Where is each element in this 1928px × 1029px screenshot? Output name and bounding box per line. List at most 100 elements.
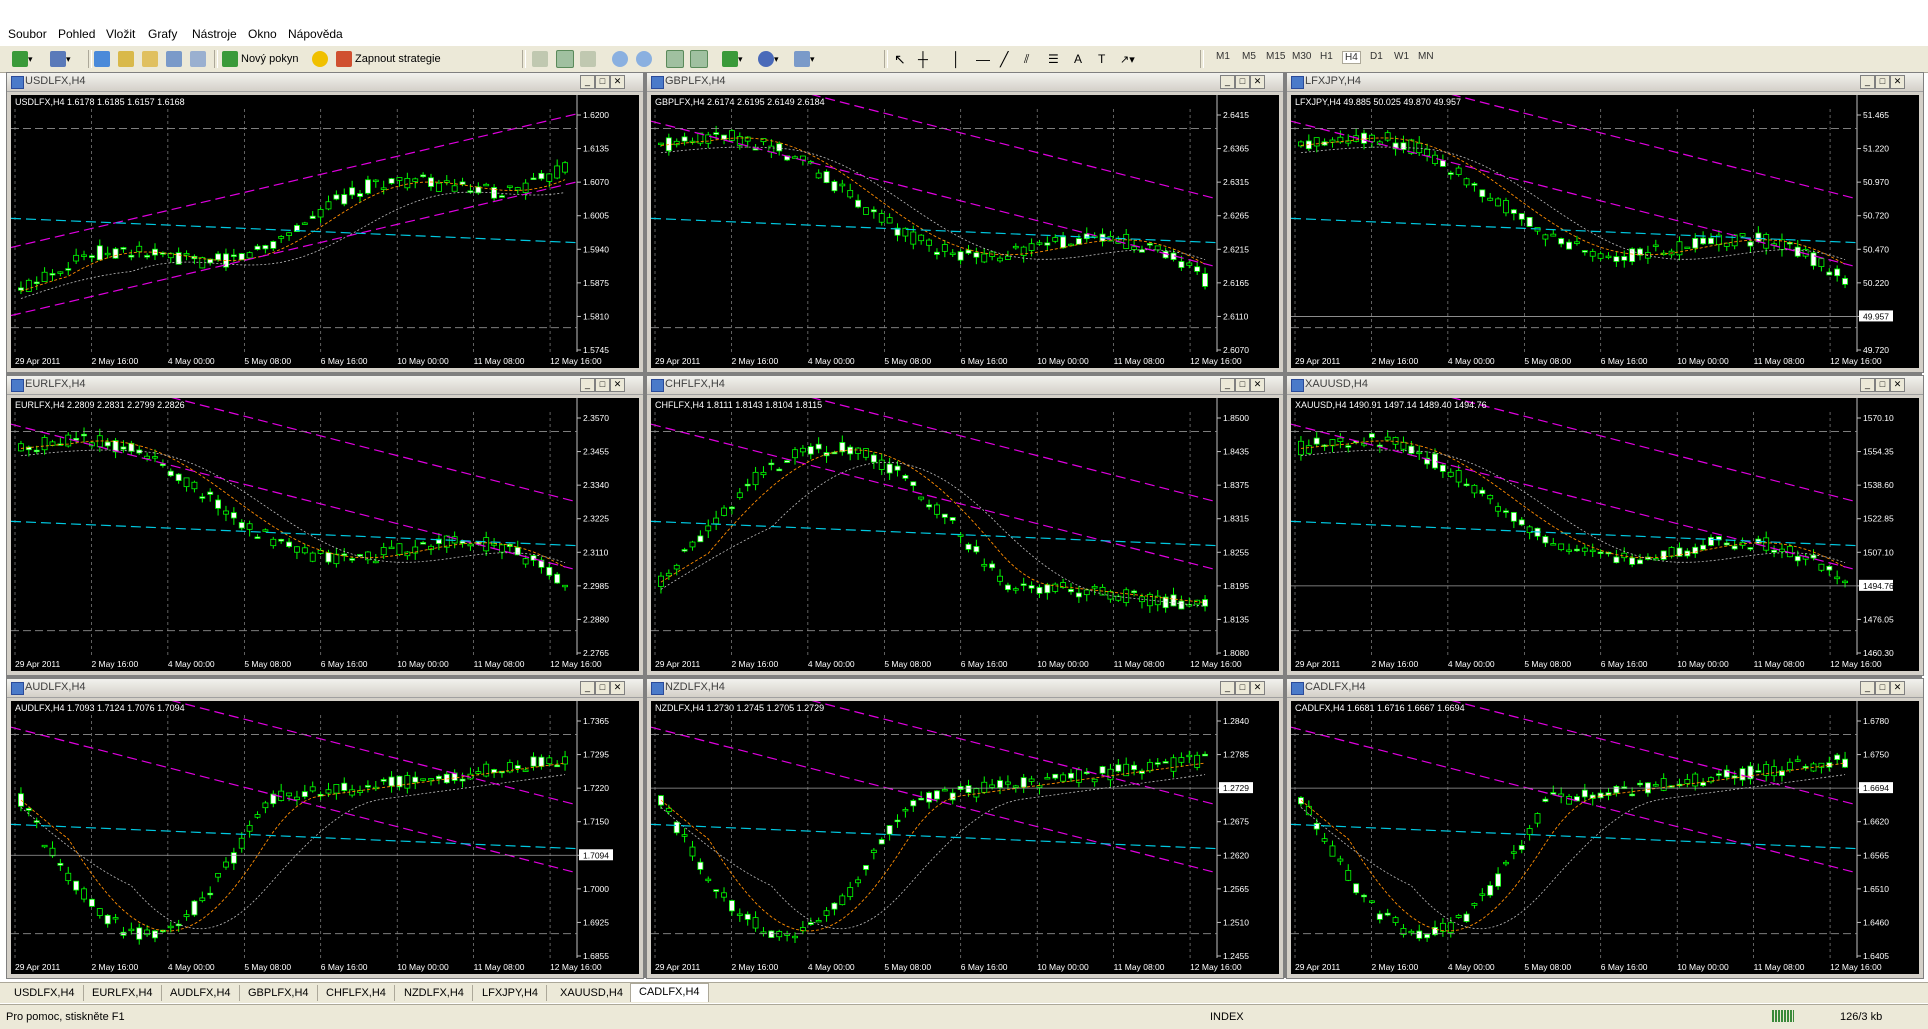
menu-soubor[interactable]: Soubor	[8, 27, 47, 41]
new-chart-button[interactable]: ▾	[12, 50, 33, 68]
minimize-button[interactable]: _	[1860, 75, 1875, 89]
timeframe-d1[interactable]: D1	[1370, 51, 1383, 62]
maximize-button[interactable]: □	[1875, 378, 1890, 392]
price-chart[interactable]: CADLFX,H4 1.6681 1.6716 1.6667 1.6694 1.6…	[1291, 701, 1919, 974]
chart-window[interactable]: CADLFX,H4 _ □ ✕ CADLFX,H4 1.6681 1.6716 1.66…	[1286, 678, 1924, 979]
close-button[interactable]: ✕	[1250, 681, 1265, 695]
templates-button[interactable]: ▾	[794, 50, 815, 68]
minimize-button[interactable]: _	[1220, 75, 1235, 89]
timeframe-m5[interactable]: M5	[1242, 51, 1256, 62]
price-chart[interactable]: XAUUSD,H4 1490.91 1497.14 1489.40 1494.7…	[1291, 398, 1919, 671]
chart-tab[interactable]: GBPLFX,H4	[240, 985, 318, 1001]
price-chart[interactable]: GBPLFX,H4 2.6174 2.6195 2.6149 2.6184 2.6…	[651, 95, 1279, 368]
line-chart-button[interactable]	[580, 50, 596, 68]
maximize-button[interactable]: □	[1235, 378, 1250, 392]
close-button[interactable]: ✕	[1250, 75, 1265, 89]
maximize-button[interactable]: □	[1235, 75, 1250, 89]
maximize-button[interactable]: □	[1875, 75, 1890, 89]
close-button[interactable]: ✕	[1890, 378, 1905, 392]
menu-grafy[interactable]: Grafy	[148, 27, 177, 41]
chart-window-titlebar[interactable]: CHFLFX,H4 _ □ ✕	[647, 376, 1283, 395]
navigator-button[interactable]	[118, 50, 134, 68]
chart-window-titlebar[interactable]: EURLFX,H4 _ □ ✕	[7, 376, 643, 395]
chart-window-titlebar[interactable]: LFXJPY,H4 _ □ ✕	[1287, 73, 1923, 92]
profiles-button[interactable]: ▾	[50, 50, 71, 68]
minimize-button[interactable]: _	[1860, 378, 1875, 392]
terminal-button[interactable]	[166, 50, 182, 68]
enable-strategies-button[interactable]: Zapnout strategie	[336, 50, 441, 68]
new-order-button[interactable]: Nový pokyn	[222, 50, 298, 68]
minimize-button[interactable]: _	[580, 681, 595, 695]
chart-window-titlebar[interactable]: GBPLFX,H4 _ □ ✕	[647, 73, 1283, 92]
periods-button[interactable]: ▾	[758, 50, 779, 68]
chart-tab[interactable]: EURLFX,H4	[84, 985, 162, 1001]
menu-pohled[interactable]: Pohled	[58, 27, 95, 41]
data-window-button[interactable]	[142, 50, 158, 68]
text-tool[interactable]: A	[1074, 50, 1082, 68]
timeframe-h1[interactable]: H1	[1320, 51, 1333, 62]
chart-window-titlebar[interactable]: XAUUSD,H4 _ □ ✕	[1287, 376, 1923, 395]
price-chart[interactable]: LFXJPY,H4 49.885 50.025 49.870 49.957 51.…	[1291, 95, 1919, 368]
bar-chart-button[interactable]	[532, 50, 548, 68]
timeframe-w1[interactable]: W1	[1394, 51, 1409, 62]
chart-tab[interactable]: LFXJPY,H4	[474, 985, 548, 1001]
minimize-button[interactable]: _	[580, 378, 595, 392]
vertical-line-tool[interactable]: │	[952, 50, 961, 68]
timeframe-h4[interactable]: H4	[1342, 51, 1361, 64]
maximize-button[interactable]: □	[595, 378, 610, 392]
zoom-out-button[interactable]	[636, 50, 652, 68]
maximize-button[interactable]: □	[595, 681, 610, 695]
minimize-button[interactable]: _	[580, 75, 595, 89]
price-chart[interactable]: USDLFX,H4 1.6178 1.6185 1.6157 1.6168 1.6…	[11, 95, 639, 368]
close-button[interactable]: ✕	[610, 378, 625, 392]
horizontal-line-tool[interactable]: —	[976, 50, 990, 68]
chart-window[interactable]: NZDLFX,H4 _ □ ✕ NZDLFX,H4 1.2730 1.2745 1.27…	[646, 678, 1284, 979]
chart-window[interactable]: USDLFX,H4 _ □ ✕ USDLFX,H4 1.6178 1.6185 1.61…	[6, 72, 644, 373]
zoom-in-button[interactable]	[612, 50, 628, 68]
chart-tab[interactable]: CADLFX,H4	[630, 983, 709, 1002]
indicators-button[interactable]: ▾	[722, 50, 743, 68]
price-chart[interactable]: EURLFX,H4 2.2809 2.2831 2.2799 2.2826 2.3…	[11, 398, 639, 671]
menu-nastroje[interactable]: Nástroje	[192, 27, 237, 41]
cursor-tool[interactable]: ↖	[894, 50, 906, 68]
price-chart[interactable]: NZDLFX,H4 1.2730 1.2745 1.2705 1.2729 1.2…	[651, 701, 1279, 974]
text-label-tool[interactable]: T	[1098, 50, 1105, 68]
alert-button[interactable]	[312, 50, 328, 68]
chart-window-titlebar[interactable]: NZDLFX,H4 _ □ ✕	[647, 679, 1283, 698]
minimize-button[interactable]: _	[1860, 681, 1875, 695]
chart-tab[interactable]: XAUUSD,H4	[552, 985, 632, 1001]
fibonacci-tool[interactable]: ☰	[1048, 50, 1059, 68]
price-chart[interactable]: AUDLFX,H4 1.7093 1.7124 1.7076 1.7094 1.7…	[11, 701, 639, 974]
timeframe-mn[interactable]: MN	[1418, 51, 1434, 62]
timeframe-m30[interactable]: M30	[1292, 51, 1311, 62]
chart-window[interactable]: EURLFX,H4 _ □ ✕ EURLFX,H4 2.2809 2.2831 2.27…	[6, 375, 644, 676]
maximize-button[interactable]: □	[1875, 681, 1890, 695]
candle-chart-button[interactable]	[556, 50, 574, 68]
close-button[interactable]: ✕	[1250, 378, 1265, 392]
chart-shift-button[interactable]	[690, 50, 708, 68]
maximize-button[interactable]: □	[595, 75, 610, 89]
trendline-tool[interactable]: ╱	[1000, 50, 1008, 68]
price-chart[interactable]: CHFLFX,H4 1.8111 1.8143 1.8104 1.8115 1.8…	[651, 398, 1279, 671]
close-button[interactable]: ✕	[1890, 681, 1905, 695]
tester-button[interactable]	[190, 50, 206, 68]
chart-tab[interactable]: CHFLFX,H4	[318, 985, 395, 1001]
minimize-button[interactable]: _	[1220, 378, 1235, 392]
chart-window-titlebar[interactable]: CADLFX,H4 _ □ ✕	[1287, 679, 1923, 698]
menu-napoveda[interactable]: Nápověda	[288, 27, 343, 41]
channel-tool[interactable]: ⫽	[1024, 50, 1029, 68]
chart-tab[interactable]: AUDLFX,H4	[162, 985, 240, 1001]
market-watch-button[interactable]	[94, 50, 110, 68]
chart-window[interactable]: XAUUSD,H4 _ □ ✕ XAUUSD,H4 1490.91 1497.14 14…	[1286, 375, 1924, 676]
minimize-button[interactable]: _	[1220, 681, 1235, 695]
chart-window[interactable]: GBPLFX,H4 _ □ ✕ GBPLFX,H4 2.6174 2.6195 2.61…	[646, 72, 1284, 373]
autoscroll-button[interactable]	[666, 50, 684, 68]
chart-window[interactable]: AUDLFX,H4 _ □ ✕ AUDLFX,H4 1.7093 1.7124 1.70…	[6, 678, 644, 979]
crosshair-tool[interactable]: ┼	[918, 50, 928, 68]
chart-tab[interactable]: NZDLFX,H4	[396, 985, 473, 1001]
arrows-tool[interactable]: ↗▾	[1120, 50, 1135, 68]
close-button[interactable]: ✕	[610, 681, 625, 695]
chart-window-titlebar[interactable]: USDLFX,H4 _ □ ✕	[7, 73, 643, 92]
timeframe-m15[interactable]: M15	[1266, 51, 1285, 62]
menu-okno[interactable]: Okno	[248, 27, 277, 41]
